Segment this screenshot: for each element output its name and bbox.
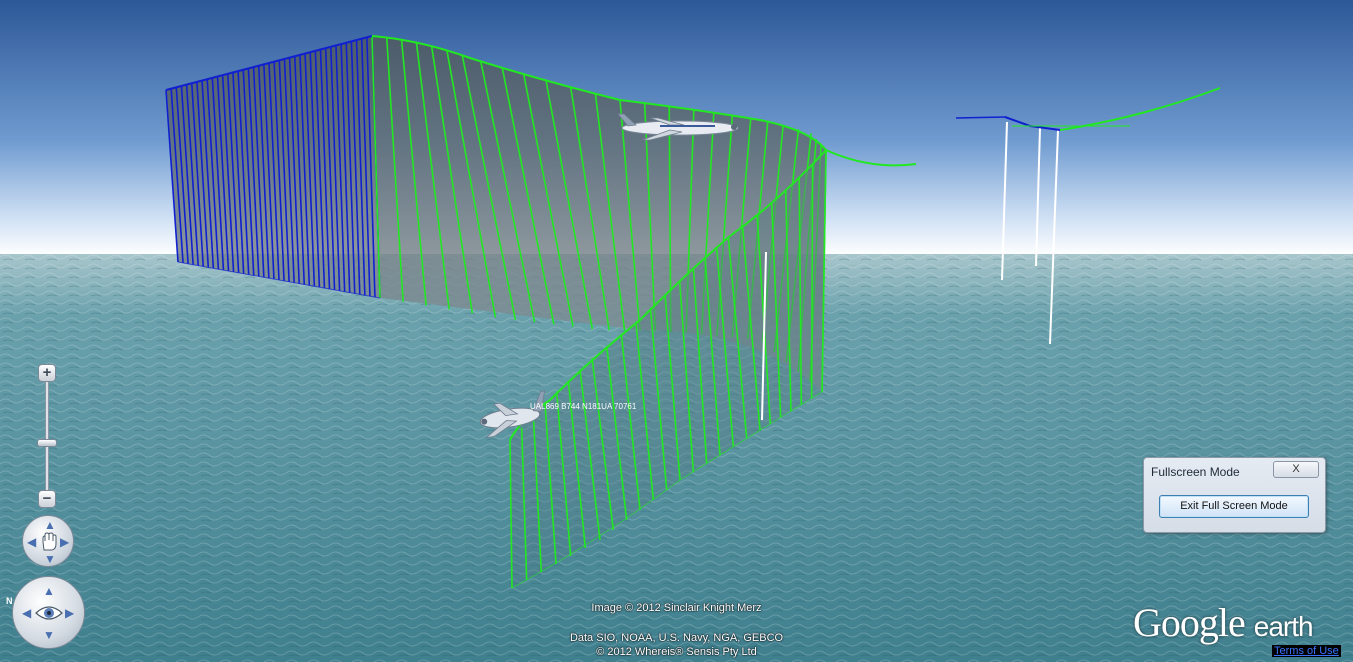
- hand-icon: [42, 532, 57, 551]
- zoom-out-button[interactable]: −: [38, 490, 56, 508]
- look-up-arrow-icon[interactable]: ▲: [44, 519, 56, 531]
- zoom-thumb[interactable]: [37, 439, 57, 447]
- dialog-title: Fullscreen Mode: [1151, 465, 1240, 479]
- look-right-arrow-icon[interactable]: ▶: [60, 536, 69, 548]
- flight-label: UAL869 B744 N181UA 70761: [530, 402, 637, 411]
- logo-google-word: Google: [1133, 600, 1246, 645]
- map-credit: © 2012 Whereis® Sensis Pty Ltd: [596, 646, 757, 658]
- look-left-arrow-icon[interactable]: ◀: [27, 536, 36, 548]
- zoom-track[interactable]: [45, 376, 49, 494]
- exit-full-screen-button[interactable]: Exit Full Screen Mode: [1159, 495, 1309, 518]
- zoom-slider[interactable]: + −: [37, 364, 57, 508]
- move-up-arrow-icon[interactable]: ▲: [43, 585, 55, 597]
- zoom-in-button[interactable]: +: [38, 364, 56, 382]
- earth-scene: UAL869 B744 N181UA 70761: [0, 0, 1353, 662]
- close-button[interactable]: X: [1273, 461, 1319, 478]
- green-track-rib: [810, 163, 814, 399]
- look-control[interactable]: ▲ ▼ ◀ ▶: [22, 515, 74, 567]
- logo-earth-word: earth: [1253, 611, 1314, 642]
- google-earth-logo: Google earth: [1133, 599, 1314, 646]
- earth-3d-viewport[interactable]: UAL869 B744 N181UA 70761 + − ▲ ▼ ◀ ▶ N ▲…: [0, 0, 1353, 662]
- terms-of-use-link[interactable]: Terms of Use: [1272, 645, 1341, 657]
- look-down-arrow-icon[interactable]: ▼: [44, 553, 56, 565]
- fullscreen-mode-dialog: Fullscreen Mode X Exit Full Screen Mode: [1143, 457, 1326, 533]
